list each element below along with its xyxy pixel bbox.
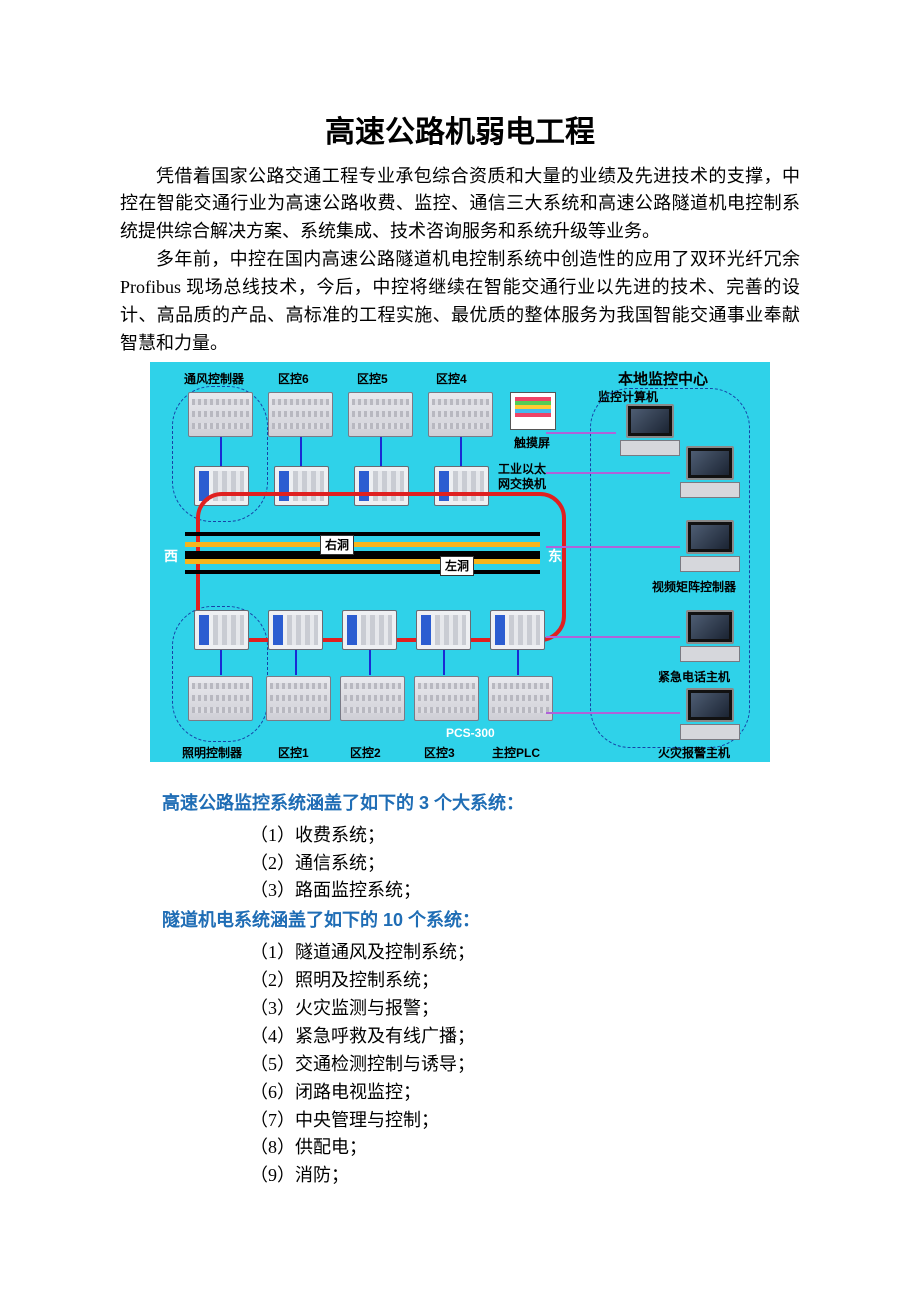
list-item: （7）中央管理与控制； xyxy=(250,1107,800,1135)
label-west: 西 xyxy=(164,546,178,568)
pc-aux-1 xyxy=(680,446,740,498)
switch-bot-1 xyxy=(194,610,249,650)
link-vb4 xyxy=(443,650,445,675)
link-h1 xyxy=(546,472,670,474)
link-v2 xyxy=(300,437,302,467)
page-title: 高速公路机弱电工程 xyxy=(120,110,800,157)
paragraph-1: 凭借着国家公路交通工程专业承包综合资质和大量的业绩及先进技术的支撑，中控在智能交… xyxy=(120,163,800,247)
label-zone2: 区控2 xyxy=(350,744,381,762)
link-vb3 xyxy=(369,650,371,675)
list-item: （2）照明及控制系统； xyxy=(250,967,800,995)
section2-heading: 隧道机电系统涵盖了如下的 10 个系统： xyxy=(162,907,800,935)
label-zone1: 区控1 xyxy=(278,744,309,762)
link-vb1 xyxy=(220,650,222,675)
switch-bot-2 xyxy=(268,610,323,650)
link-v4 xyxy=(460,437,462,467)
switch-bot-5 xyxy=(490,610,545,650)
list-item: （3）火灾监测与报警； xyxy=(250,995,800,1023)
rack-bot-1 xyxy=(188,676,253,721)
rack-bot-3 xyxy=(340,676,405,721)
pc-monitor xyxy=(620,404,680,456)
label-right-tunnel: 右洞 xyxy=(320,535,354,556)
rack-top-3 xyxy=(348,392,413,437)
link-v1 xyxy=(220,437,222,467)
label-eth-2: 网交换机 xyxy=(498,475,546,494)
network-diagram: 通风控制器 区控6 区控5 区控4 本地监控中心 监控计算机 触摸屏 工业以太 … xyxy=(150,362,770,762)
pc-fire-alarm xyxy=(680,688,740,740)
section1-list: （1）收费系统； （2）通信系统； （3）路面监控系统； xyxy=(250,822,800,906)
rack-top-1 xyxy=(188,392,253,437)
label-east: 东 xyxy=(548,546,562,568)
label-emergency-phone: 紧急电话主机 xyxy=(658,668,730,687)
list-item: （1）收费系统； xyxy=(250,822,800,850)
touchscreen-icon xyxy=(510,392,556,430)
list-item: （9）消防； xyxy=(250,1162,800,1190)
link-h2 xyxy=(546,546,680,548)
link-h3 xyxy=(546,636,680,638)
label-zone6: 区控6 xyxy=(278,370,309,389)
link-v3 xyxy=(380,437,382,467)
label-zone5: 区控5 xyxy=(357,370,388,389)
list-item: （2）通信系统； xyxy=(250,850,800,878)
list-item: （4）紧急呼救及有线广播； xyxy=(250,1023,800,1051)
switch-bot-4 xyxy=(416,610,471,650)
list-item: （1）隧道通风及控制系统； xyxy=(250,939,800,967)
link-vb5 xyxy=(517,650,519,675)
section1-heading: 高速公路监控系统涵盖了如下的 3 个大系统： xyxy=(162,790,800,818)
label-video-matrix: 视频矩阵控制器 xyxy=(652,578,736,597)
label-fire-alarm: 火灾报警主机 xyxy=(658,744,730,762)
section2-list: （1）隧道通风及控制系统； （2）照明及控制系统； （3）火灾监测与报警； （4… xyxy=(250,939,800,1190)
label-pcs300: PCS-300 xyxy=(446,724,495,743)
pc-emergency-phone xyxy=(680,610,740,662)
rack-bot-5 xyxy=(488,676,553,721)
link-h4 xyxy=(546,712,680,714)
link-vb2 xyxy=(295,650,297,675)
link-h0 xyxy=(546,432,616,434)
rack-bot-4 xyxy=(414,676,479,721)
list-item: （3）路面监控系统； xyxy=(250,877,800,905)
label-touchscreen: 触摸屏 xyxy=(514,434,550,453)
road-block xyxy=(185,532,540,574)
rack-bot-2 xyxy=(266,676,331,721)
pc-video-matrix xyxy=(680,520,740,572)
rack-top-2 xyxy=(268,392,333,437)
paragraph-2: 多年前，中控在国内高速公路隧道机电控制系统中创造性的应用了双环光纤冗余 Prof… xyxy=(120,246,800,358)
list-item: （5）交通检测控制与诱导； xyxy=(250,1051,800,1079)
label-zone4: 区控4 xyxy=(436,370,467,389)
switch-bot-3 xyxy=(342,610,397,650)
label-left-tunnel: 左洞 xyxy=(440,556,474,577)
list-item: （8）供配电； xyxy=(250,1134,800,1162)
label-light-controller: 照明控制器 xyxy=(182,744,242,762)
diagram-container: 通风控制器 区控6 区控5 区控4 本地监控中心 监控计算机 触摸屏 工业以太 … xyxy=(120,362,800,762)
list-item: （6）闭路电视监控； xyxy=(250,1079,800,1107)
rack-top-4 xyxy=(428,392,493,437)
label-main-plc: 主控PLC xyxy=(492,744,540,762)
label-zone3: 区控3 xyxy=(424,744,455,762)
